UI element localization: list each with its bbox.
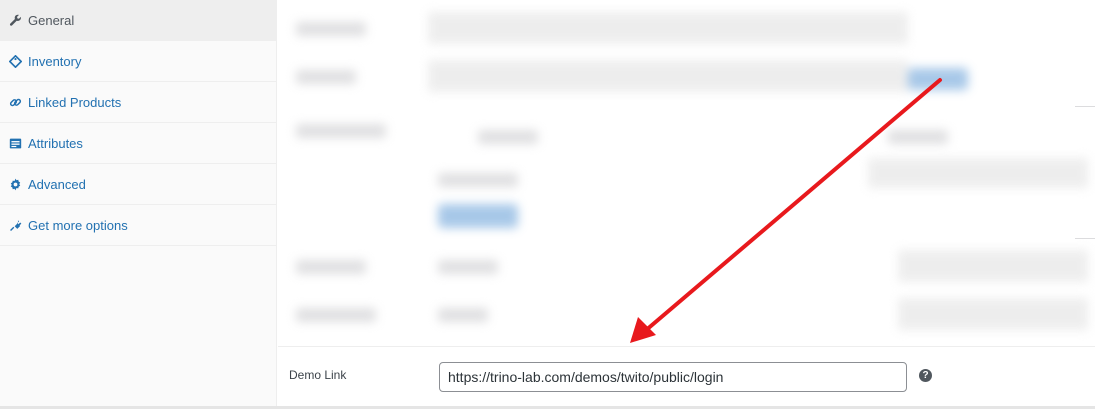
blurred-text [438,260,498,274]
blurred-text [296,70,356,84]
tab-label: Advanced [28,176,86,192]
demo-link-input[interactable] [439,362,907,392]
plugin-icon [8,218,22,232]
blurred-text [296,260,366,274]
blurred-text [478,130,538,144]
blurred-field [428,12,908,44]
demo-link-label: Demo Link [289,368,347,382]
tab-linked-products[interactable]: Linked Products [0,82,276,123]
blurred-text [438,173,518,187]
blurred-text [296,22,366,36]
divider [278,346,1095,347]
link-icon [8,95,22,109]
product-data-tabs: General Inventory Linked Products Attrib… [0,0,277,409]
tab-inventory[interactable]: Inventory [0,41,276,82]
blurred-text [296,124,386,138]
tab-label: Inventory [28,53,82,69]
blurred-field [898,250,1088,282]
tab-advanced[interactable]: Advanced [0,164,276,205]
blurred-content-region [288,8,1088,338]
tab-label: General [28,12,75,28]
blurred-text [438,308,488,322]
list-icon [8,136,22,150]
divider [1075,238,1095,239]
tab-label: Get more options [28,217,128,233]
blurred-text [296,308,376,322]
divider [1075,106,1095,107]
blurred-button [438,204,518,228]
help-icon[interactable]: ? [919,369,932,382]
tag-icon [8,54,22,68]
tab-attributes[interactable]: Attributes [0,123,276,164]
tab-general[interactable]: General [0,0,276,41]
blurred-field [868,158,1088,188]
tab-label: Attributes [28,135,83,151]
blurred-text [888,130,948,144]
gear-icon [8,177,22,191]
blurred-field [898,298,1088,330]
blurred-button [908,68,968,90]
tab-get-more-options[interactable]: Get more options [0,205,276,246]
wrench-icon [8,13,22,27]
tab-label: Linked Products [28,94,122,110]
blurred-field [428,60,908,92]
general-options-panel: Demo Link ? [278,0,1095,409]
